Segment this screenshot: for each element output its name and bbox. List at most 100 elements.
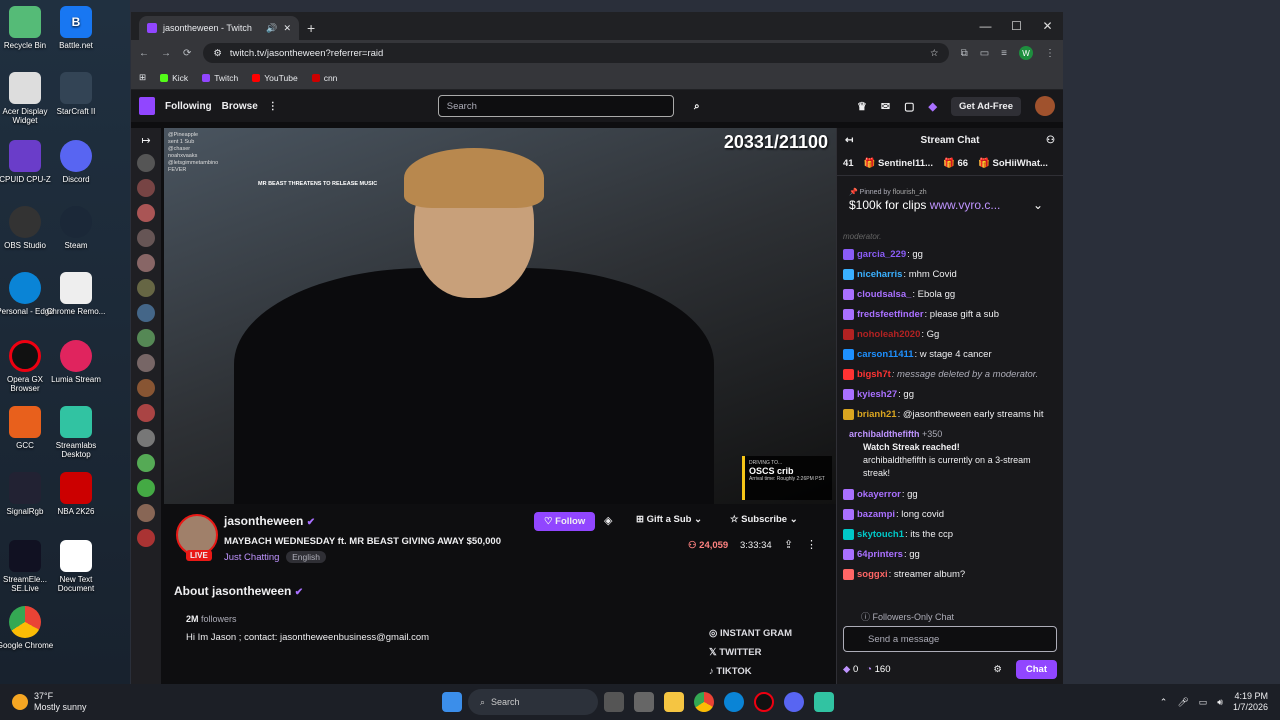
mic-icon[interactable]: 🎤︎ (1177, 697, 1188, 708)
reload-icon[interactable]: ⟳ (183, 48, 191, 59)
channel-avatar[interactable] (137, 304, 155, 322)
channel-avatar[interactable] (137, 279, 155, 297)
channel-avatar[interactable] (137, 404, 155, 422)
chat-username[interactable]: archibaldthefifth (849, 429, 920, 439)
bookmark-twitch[interactable]: Twitch (202, 73, 238, 83)
twitter-link[interactable]: 𝕏 TWITTER (709, 643, 792, 662)
search-input[interactable]: Search (437, 95, 674, 117)
site-info-icon[interactable]: ⚙ (213, 48, 222, 59)
chat-username[interactable]: brianh21 (857, 409, 897, 420)
menu-dots-icon[interactable]: ⋮ (1045, 48, 1055, 59)
channel-avatar[interactable] (137, 329, 155, 347)
volume-icon[interactable]: 🔊︎ (1217, 697, 1223, 708)
chat-username[interactable]: bazampi (857, 509, 895, 520)
chat-username[interactable]: 64printers (857, 549, 903, 560)
discord-taskbar-icon[interactable] (784, 692, 804, 712)
chrome-taskbar-icon[interactable] (694, 692, 714, 712)
chat-username[interactable]: niceharris (857, 269, 902, 280)
bits-balance[interactable]: ◆ 0 (843, 664, 858, 675)
chrome-remote-icon[interactable]: Chrome Remo... (44, 272, 108, 316)
lumia-icon[interactable]: Lumia Stream (44, 340, 108, 384)
get-ad-free-button[interactable]: Get Ad-Free (950, 96, 1021, 116)
tiktok-link[interactable]: ♪ TIKTOK (709, 662, 792, 681)
pinned-message[interactable]: 📌 Pinned by flourish_zh $100k for clips … (843, 184, 1057, 228)
battlenet-icon[interactable]: B Battle.net (44, 6, 108, 50)
chat-username[interactable]: bigsh7t (857, 369, 891, 380)
prime-crown-icon[interactable]: ♛ (857, 100, 867, 113)
chat-username[interactable]: okayerror (857, 489, 901, 500)
chat-input[interactable]: Send a message (843, 626, 1057, 652)
chat-username[interactable]: skytouch1 (857, 529, 904, 540)
url-field[interactable]: ⚙ twitch.tv/jasontheween?referrer=raid ☆ (203, 43, 949, 63)
channel-avatar[interactable] (137, 354, 155, 372)
google-chrome-icon[interactable]: Google Chrome (0, 606, 57, 650)
close-window-icon[interactable]: ✕ (1032, 12, 1063, 40)
community-icon[interactable]: ⚇ (1046, 135, 1055, 146)
chat-username[interactable]: noholeah2020 (857, 329, 920, 340)
start-icon[interactable] (442, 692, 462, 712)
subscribe-button[interactable]: ☆ Subscribe ⌄ (730, 514, 798, 525)
inbox-icon[interactable]: ✉ (881, 100, 890, 113)
collapse-chat-icon[interactable]: ↤ (845, 135, 853, 146)
chat-send-button[interactable]: Chat (1015, 659, 1057, 679)
channel-avatar[interactable] (137, 254, 155, 272)
chat-username[interactable]: garcia_229 (857, 249, 906, 260)
minimize-icon[interactable]: — (970, 12, 1001, 40)
follow-button[interactable]: ♡ Follow (534, 512, 596, 531)
channel-avatar[interactable] (137, 179, 155, 197)
media-icon[interactable]: ≡ (1001, 48, 1007, 59)
text-document-icon[interactable]: New Text Document (44, 540, 108, 593)
language-tag[interactable]: English (286, 551, 326, 563)
chat-settings-icon[interactable]: ⚙ (993, 664, 1002, 675)
channel-avatar[interactable] (137, 454, 155, 472)
nav-following[interactable]: Following (165, 101, 212, 112)
apps-grid-icon[interactable]: ⊞ (139, 72, 146, 83)
bookmark-kick[interactable]: Kick (160, 73, 188, 83)
steam-icon[interactable]: Steam (44, 206, 108, 250)
category-link[interactable]: Just Chatting (224, 552, 279, 563)
nba2k-icon[interactable]: NBA 2K26 (44, 472, 108, 516)
file-explorer-icon[interactable] (664, 692, 684, 712)
search-icon[interactable]: ⌕ (684, 95, 710, 117)
profile-avatar[interactable]: W (1019, 46, 1033, 60)
opera-taskbar-icon[interactable] (754, 692, 774, 712)
share-icon[interactable]: ⇪ (784, 538, 793, 551)
extensions-icon[interactable]: ⧉ (961, 48, 968, 59)
audio-icon[interactable]: 🔊 (266, 23, 277, 34)
gift-sub-button[interactable]: ⊞ Gift a Sub ⌄ (636, 514, 702, 525)
back-icon[interactable]: ← (139, 48, 149, 59)
more-options-icon[interactable]: ⋮ (806, 538, 817, 551)
maximize-icon[interactable]: ☐ (1001, 12, 1032, 40)
gifter-1[interactable]: 🎁 Sentinel11... (864, 158, 933, 169)
edge-taskbar-icon[interactable] (724, 692, 744, 712)
network-icon[interactable]: ▭ (1199, 697, 1208, 708)
twitch-logo-icon[interactable] (139, 97, 155, 115)
channel-name[interactable]: jasontheween ✔ (224, 514, 315, 528)
channel-avatar[interactable] (137, 379, 155, 397)
starcraft-icon[interactable]: StarCraft II (44, 72, 108, 116)
chat-username[interactable]: kyiesh27 (857, 389, 897, 400)
instagram-link[interactable]: ◎ INSTANT GRAM (709, 624, 792, 643)
gifter-2[interactable]: 🎁 SoHiiWhat... (978, 158, 1048, 169)
hype-icon[interactable]: ◈ (604, 514, 612, 527)
user-avatar[interactable] (1035, 96, 1055, 116)
video-player[interactable]: @Pineapple sent 1 Sub @chaser noahxvaaks @le… (164, 128, 836, 504)
channel-points[interactable]: ◔ 160 (866, 664, 890, 675)
forward-icon[interactable]: → (161, 48, 171, 59)
widgets-icon[interactable] (634, 692, 654, 712)
streamlabs-taskbar-icon[interactable] (814, 692, 834, 712)
weather-widget[interactable]: 37°F Mostly sunny (0, 691, 200, 713)
taskbar-search[interactable]: ⌕ Search (468, 689, 598, 715)
tab-close-icon[interactable]: ✕ (283, 23, 291, 34)
channel-avatar[interactable] (137, 529, 155, 547)
chevron-down-icon[interactable]: ⌄ (1033, 198, 1043, 212)
bookmark-youtube[interactable]: YouTube (252, 73, 298, 83)
bits-icon[interactable]: ◆ (929, 100, 937, 113)
discord-icon[interactable]: Discord (44, 140, 108, 184)
task-view-icon[interactable] (604, 692, 624, 712)
tray-chevron-icon[interactable]: ⌃ (1160, 697, 1168, 708)
whispers-icon[interactable]: ▢ (904, 100, 914, 113)
chat-username[interactable]: fredsfeetfinder (857, 309, 924, 320)
sidepanel-icon[interactable]: ▭ (980, 48, 989, 59)
streamlabs-icon[interactable]: Streamlabs Desktop (44, 406, 108, 459)
